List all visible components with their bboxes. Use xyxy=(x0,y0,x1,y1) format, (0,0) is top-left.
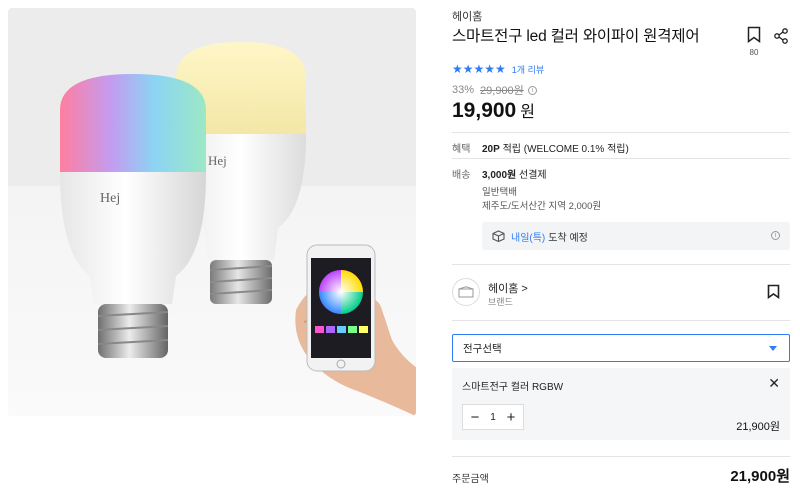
product-title: 스마트전구 led 컬러 와이파이 원격제어 xyxy=(452,28,700,45)
brand-link[interactable]: 헤이홈 xyxy=(452,8,482,24)
minus-icon[interactable]: − xyxy=(468,410,482,425)
selected-option-price: 21,900원 xyxy=(736,421,780,433)
shipping-fee: 3,000원 선결제 xyxy=(482,166,547,181)
phone-image xyxy=(306,244,376,372)
order-total-label: 주문금액 xyxy=(452,474,489,485)
currency-label: 원 xyxy=(520,104,535,121)
selected-option: 스마트전구 컬러 RGBW ✕ − 1 + 21,900원 xyxy=(452,368,790,440)
bookmark-icon xyxy=(747,26,761,43)
store-type: 브랜드 xyxy=(488,297,513,307)
divider xyxy=(452,320,790,321)
share-icon xyxy=(774,28,788,44)
final-price-value: 19,900 xyxy=(452,99,517,122)
bookmark-count: 80 xyxy=(749,48,759,57)
final-price: 19,900 원 xyxy=(452,98,535,123)
option-select[interactable]: 전구선택 xyxy=(452,334,790,362)
review-link[interactable]: 1개 리뷰 xyxy=(512,63,544,76)
rating-row: ★★★★★ 1개 리뷰 xyxy=(452,62,544,76)
delivery-estimate: 내일(특) 도착 예정 i xyxy=(482,222,790,250)
star-rating: ★★★★★ xyxy=(452,62,506,76)
option-select-placeholder: 전구선택 xyxy=(463,342,502,355)
benefit-value: 20P 적립 (WELCOME 0.1% 적립) xyxy=(482,140,629,155)
plus-icon[interactable]: + xyxy=(504,410,518,425)
shipping-fee-amount: 3,000원 xyxy=(482,170,517,181)
quantity-value[interactable]: 1 xyxy=(490,412,496,423)
bulb-logo-front: Hej xyxy=(100,191,120,206)
product-image[interactable]: Hej Hej xyxy=(8,8,416,416)
benefit-label: 혜택 xyxy=(452,144,471,155)
bookmark-button[interactable]: 80 xyxy=(743,26,765,57)
shipping-label: 배송 xyxy=(452,170,471,181)
store-logo-icon xyxy=(458,286,474,298)
shipping-extra: 제주도/도서산간 지역 2,000원 xyxy=(482,201,602,212)
arrival-highlight: 내일(특) xyxy=(511,232,546,244)
divider xyxy=(452,158,790,159)
benefit-detail: 적립 (WELCOME 0.1% 적립) xyxy=(499,144,629,155)
store-row[interactable]: 헤이홈 > 브랜드 xyxy=(452,276,790,310)
bulb-logo-back: Hej xyxy=(208,153,227,168)
benefit-points: 20P xyxy=(482,144,500,155)
selected-option-name: 스마트전구 컬러 RGBW xyxy=(462,382,564,393)
chevron-down-icon xyxy=(769,346,777,351)
store-name[interactable]: 헤이홈 > xyxy=(488,280,528,296)
shipping-fee-suffix: 선결제 xyxy=(516,170,547,181)
original-price: 29,900원 xyxy=(480,85,524,97)
store-bookmark-button[interactable] xyxy=(767,284,780,304)
arrival-text: 도착 예정 xyxy=(548,232,588,244)
info-icon[interactable]: i xyxy=(771,231,780,240)
bulb-front-image: Hej xyxy=(58,68,208,366)
product-info-panel: 헤이홈 스마트전구 led 컬러 와이파이 원격제어 80 ★★★★★ 1개 리… xyxy=(452,0,792,492)
discount-rate: 33% xyxy=(452,84,475,96)
divider xyxy=(452,456,790,457)
quantity-stepper: − 1 + xyxy=(462,404,524,430)
shipping-type: 일반택배 xyxy=(482,187,517,198)
info-icon[interactable]: i xyxy=(527,85,537,95)
store-logo xyxy=(452,278,480,306)
discount-row: 33% 29,900원 i xyxy=(452,82,537,98)
delivery-icon xyxy=(492,230,505,242)
bookmark-icon xyxy=(767,284,780,300)
share-button[interactable] xyxy=(773,28,789,49)
divider xyxy=(452,132,790,133)
close-icon[interactable]: ✕ xyxy=(768,375,780,392)
order-total-price: 21,900원 xyxy=(730,468,790,485)
divider xyxy=(452,264,790,265)
